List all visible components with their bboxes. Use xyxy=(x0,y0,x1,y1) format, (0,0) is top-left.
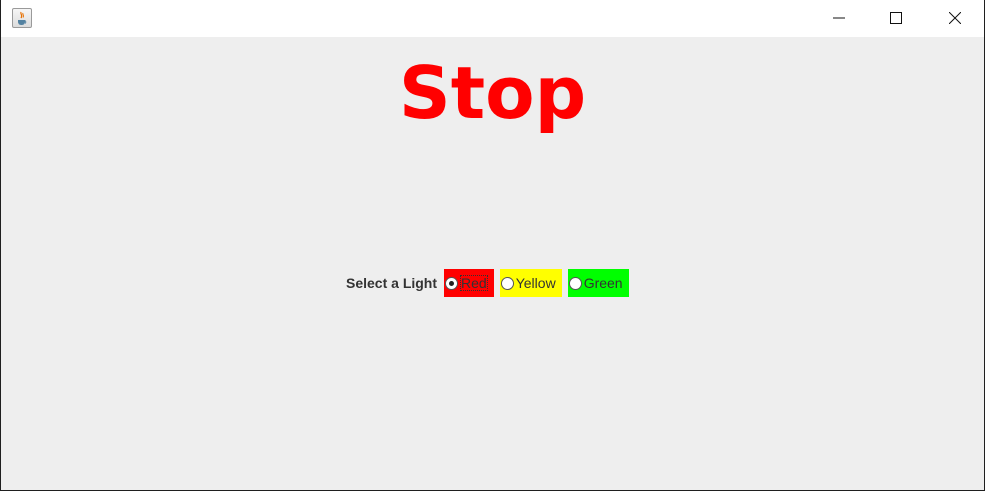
minimize-icon xyxy=(833,17,845,19)
light-selector: Select a Light Red Yellow Green xyxy=(346,269,635,297)
radio-yellow[interactable]: Yellow xyxy=(499,269,562,297)
radio-label-green: Green xyxy=(583,275,623,291)
radio-green[interactable]: Green xyxy=(567,269,629,297)
radio-label-red: Red xyxy=(460,275,488,291)
app-window: Stop Select a Light Red Yellow Green xyxy=(0,0,985,491)
content-panel: Stop Select a Light Red Yellow Green xyxy=(1,37,984,490)
close-button[interactable] xyxy=(932,0,978,36)
minimize-button[interactable] xyxy=(816,0,862,36)
radio-button-icon[interactable] xyxy=(500,276,514,290)
maximize-button[interactable] xyxy=(873,0,919,36)
select-light-label: Select a Light xyxy=(346,275,438,291)
close-icon xyxy=(949,12,961,24)
radio-label-yellow: Yellow xyxy=(515,275,556,291)
radio-button-icon[interactable] xyxy=(445,276,459,290)
java-cup-icon[interactable] xyxy=(12,8,32,28)
radio-button-icon[interactable] xyxy=(568,276,582,290)
title-bar[interactable] xyxy=(1,0,984,37)
radio-selected-dot xyxy=(449,280,455,286)
radio-red[interactable]: Red xyxy=(444,269,494,297)
maximize-icon xyxy=(890,12,902,24)
light-status-title: Stop xyxy=(398,51,587,135)
